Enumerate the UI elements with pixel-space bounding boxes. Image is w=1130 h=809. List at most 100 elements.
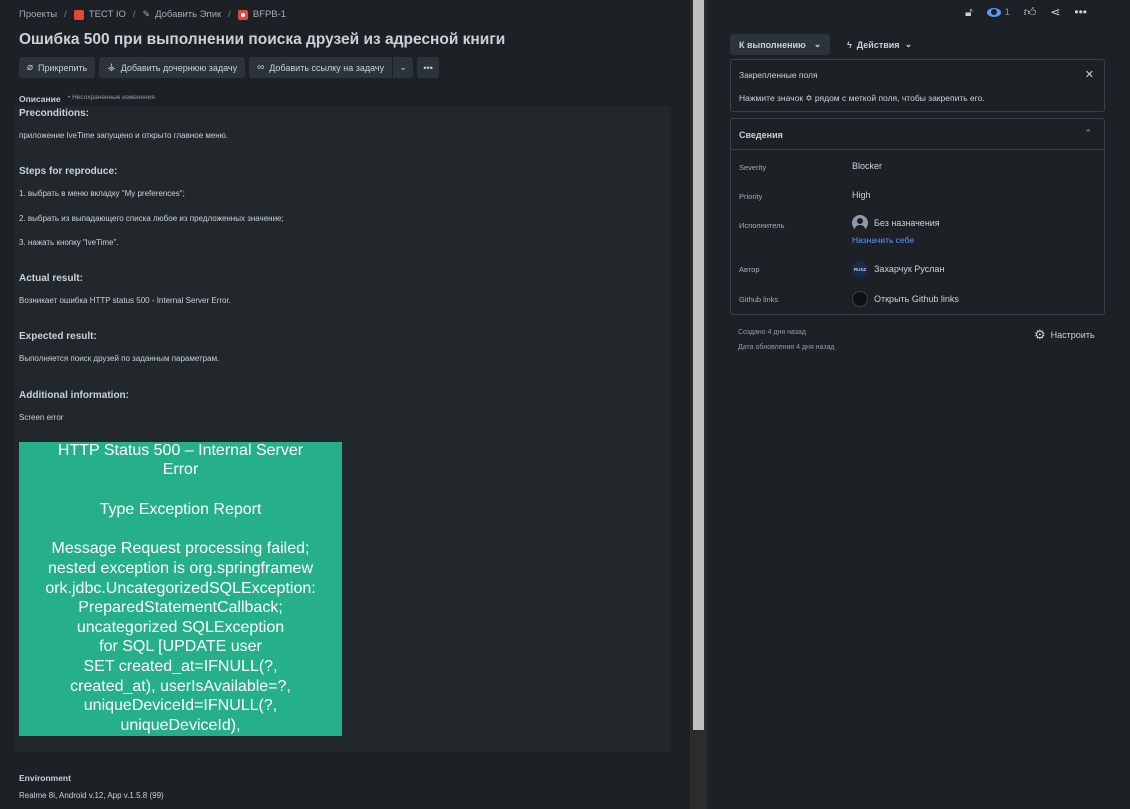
- vertical-scrollbar[interactable]: [690, 0, 707, 809]
- expected-result-text: Выполняется поиск друзей по заданным пар…: [19, 354, 220, 363]
- issue-toolbar: ⌀ Прикрепить ⚶ Добавить дочернюю задачу …: [19, 57, 440, 78]
- actions-dropdown[interactable]: ϟ Действия ⌄: [842, 34, 917, 55]
- steps-heading: Steps for reproduce:: [19, 166, 118, 177]
- add-link-label: Добавить ссылку на задачу: [269, 62, 385, 73]
- screenshot-line: uniqueDeviceId),: [120, 717, 241, 734]
- scrollbar-thumb[interactable]: [693, 0, 704, 730]
- additional-info-text: Screen error: [19, 413, 64, 422]
- priority-label: Priority: [739, 192, 763, 201]
- add-link-button[interactable]: ∞ Добавить ссылку на задачу: [249, 57, 393, 78]
- unassigned-avatar-icon: [852, 215, 868, 231]
- pinned-fields-hint: Нажмите значок ✡ рядом с меткой поля, чт…: [739, 93, 985, 103]
- breadcrumb-add-epic[interactable]: Добавить Эпик: [155, 9, 221, 20]
- assignee-value[interactable]: Без назначения: [852, 215, 940, 231]
- screenshot-line: uniqueDeviceId=IFNULL(?,: [83, 697, 278, 714]
- screenshot-line: Message Request processing failed;: [51, 540, 310, 557]
- chevron-down-icon: ⌄: [399, 62, 407, 72]
- add-child-issue-button[interactable]: ⚶ Добавить дочернюю задачу: [99, 57, 246, 78]
- screenshot-line: for SQL [UPDATE user: [99, 638, 262, 655]
- actions-label: Действия: [856, 39, 900, 50]
- breadcrumb-separator: /: [228, 9, 231, 20]
- issue-sidebar: 🔓︎ 1 👍︎ ⋖ ••• К выполнению ⌄ ϟ Действия …: [707, 0, 1130, 809]
- environment-value[interactable]: Realme 8i, Android v.12, App v.1.5.8 (99…: [19, 791, 164, 800]
- author-value[interactable]: RUSZ Захарчук Руслан: [852, 261, 944, 277]
- chevron-down-icon: ⌄: [904, 39, 913, 49]
- author-label: Автор: [739, 265, 760, 274]
- details-title: Сведения: [739, 130, 783, 140]
- close-icon[interactable]: ✕: [1085, 68, 1094, 81]
- attach-label: Прикрепить: [38, 62, 88, 73]
- gear-icon: ⚙: [1034, 327, 1046, 342]
- step-1-text: 1. выбрать в меню вкладку "My preference…: [19, 189, 185, 198]
- more-actions-button[interactable]: •••: [417, 57, 440, 78]
- breadcrumb-issue-key[interactable]: BFPB-1: [253, 9, 286, 20]
- github-links-text: Открыть Github links: [874, 294, 959, 304]
- hierarchy-icon: ⚶: [107, 62, 116, 73]
- author-avatar: RUSZ: [852, 261, 868, 277]
- watch-count: 1: [1004, 7, 1010, 17]
- project-icon: [73, 9, 84, 20]
- issue-main-panel: Проекты / ТЕСТ IO / ✎ Добавить Эпик / BF…: [0, 0, 690, 809]
- severity-label: Severity: [739, 163, 767, 172]
- chevron-up-icon: ⌃: [1084, 128, 1092, 138]
- watch-button[interactable]: 1: [986, 7, 1010, 17]
- thumbs-up-icon[interactable]: 👍︎: [1024, 6, 1037, 18]
- github-links-value[interactable]: Открыть Github links: [852, 291, 959, 307]
- screenshot-line: nested exception is org.springframew: [47, 560, 314, 577]
- paperclip-icon: ⌀: [27, 62, 34, 73]
- screenshot-line: Error: [162, 461, 199, 478]
- preconditions-heading: Preconditions:: [19, 108, 90, 119]
- pencil-icon: ✎: [142, 9, 151, 19]
- details-panel: Сведения ⌃ Severity Blocker Priority Hig…: [730, 118, 1105, 315]
- configure-label: Настроить: [1050, 330, 1095, 340]
- screenshot-line: Type Exception Report: [99, 501, 262, 518]
- add-link-dropdown-button[interactable]: ⌄: [392, 57, 414, 78]
- lock-icon[interactable]: 🔓︎: [965, 6, 973, 18]
- breadcrumb: Проекты / ТЕСТ IO / ✎ Добавить Эпик / BF…: [19, 9, 286, 20]
- eye-icon: [986, 7, 1001, 17]
- step-3-text: 3. нажать кнопку "lveTime".: [19, 238, 119, 247]
- expected-result-heading: Expected result:: [19, 331, 97, 342]
- environment-label: Environment: [19, 773, 71, 783]
- attach-button[interactable]: ⌀ Прикрепить: [19, 57, 96, 78]
- step-2-text: 2. выбрать из выпадающего списка любое и…: [19, 214, 284, 223]
- priority-value-text: High: [852, 190, 871, 200]
- breadcrumb-separator: /: [132, 9, 136, 20]
- assignee-value-text: Без назначения: [874, 218, 940, 228]
- breadcrumb-project[interactable]: ТЕСТ IO: [89, 9, 126, 20]
- link-icon: ∞: [257, 62, 265, 73]
- error-screenshot-image[interactable]: HTTP Status 500 – Internal Server Error …: [19, 442, 342, 736]
- actual-result-text: Возникает ошибка HTTP status 500 - Inter…: [19, 296, 231, 305]
- add-link-split-button: ∞ Добавить ссылку на задачу ⌄: [249, 57, 414, 78]
- description-label: Описание: [19, 94, 61, 104]
- screenshot-line: created_at), userIsAvailable=?,: [70, 678, 291, 695]
- pinned-fields-title: Закрепленные поля: [739, 70, 818, 80]
- description-editor[interactable]: Preconditions: приложение lveTime запуще…: [14, 106, 671, 752]
- assignee-label: Исполнитель: [739, 221, 785, 230]
- screenshot-line: uncategorized SQLException: [76, 619, 285, 636]
- configure-button[interactable]: ⚙ Настроить: [1034, 327, 1095, 342]
- screenshot-line: ork.jdbc.UncategorizedSQLException:: [45, 580, 316, 597]
- severity-value[interactable]: Blocker: [852, 161, 882, 171]
- priority-value[interactable]: High: [852, 190, 871, 200]
- screenshot-line: SET created_at=IFNULL(?,: [83, 658, 278, 675]
- screenshot-line: PreparedStatementCallback;: [78, 599, 283, 616]
- breadcrumb-projects[interactable]: Проекты: [19, 9, 57, 20]
- more-icon: •••: [423, 62, 433, 73]
- actual-result-heading: Actual result:: [19, 273, 83, 284]
- screenshot-line: HTTP Status 500 – Internal Server: [57, 442, 304, 459]
- issue-title[interactable]: Ошибка 500 при выполнении поиска друзей …: [19, 31, 505, 49]
- severity-value-text: Blocker: [852, 161, 883, 171]
- share-icon[interactable]: ⋖: [1050, 6, 1060, 18]
- assign-to-me-link[interactable]: Назначить себе: [852, 235, 914, 245]
- issue-header-actions: 🔓︎ 1 👍︎ ⋖ •••: [965, 6, 1087, 18]
- unsaved-changes-label: • Несохраненные изменения: [68, 94, 155, 101]
- add-child-label: Добавить дочернюю задачу: [120, 62, 238, 73]
- breadcrumb-separator: /: [64, 9, 67, 20]
- details-header[interactable]: Сведения ⌃: [731, 119, 1104, 150]
- additional-info-heading: Additional information:: [19, 390, 129, 401]
- status-label: К выполнению: [739, 39, 806, 50]
- status-dropdown[interactable]: К выполнению ⌄: [730, 34, 831, 55]
- pinned-fields-panel: Закрепленные поля ✕ Нажмите значок ✡ ряд…: [730, 59, 1105, 112]
- more-icon[interactable]: •••: [1074, 6, 1087, 18]
